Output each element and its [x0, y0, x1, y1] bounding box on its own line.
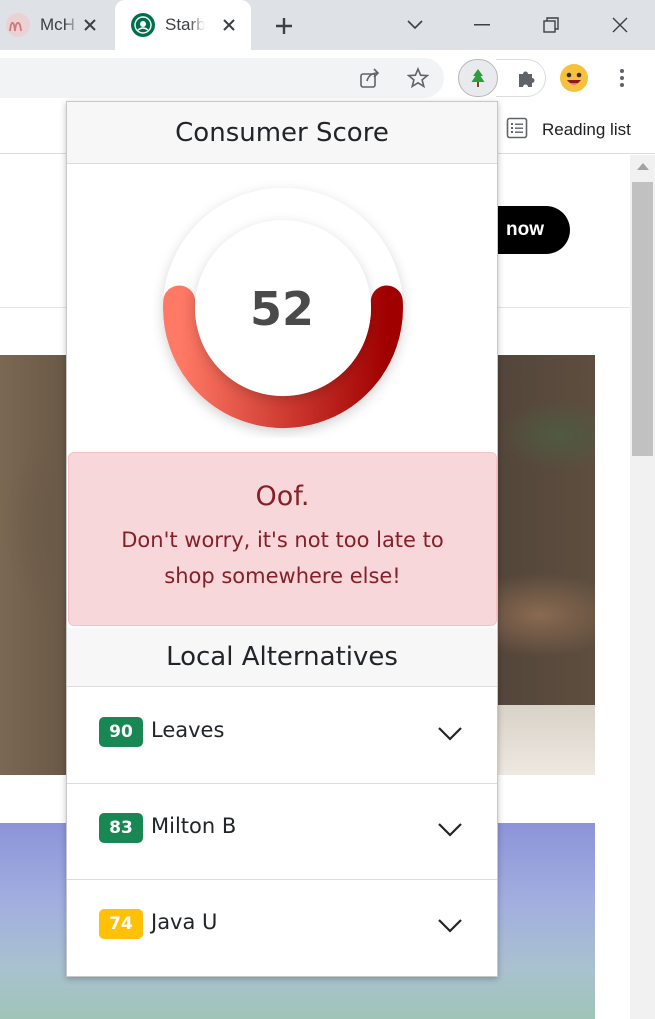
mcdonalds-icon	[6, 13, 30, 37]
new-tab-button[interactable]	[270, 12, 298, 40]
score-badge: 90	[99, 716, 143, 747]
score-alert: Oof. Don't worry, it's not too late to s…	[68, 452, 497, 626]
alternative-item-leaves[interactable]: 90 Leaves	[67, 688, 497, 784]
reading-list-label: Reading list	[542, 120, 631, 139]
scroll-up-icon[interactable]	[637, 163, 649, 170]
close-window-icon[interactable]	[605, 10, 635, 40]
alternative-item-java-u[interactable]: 74 Java U	[67, 880, 497, 976]
consumer-score-popup: Consumer Score 52 Oof. Don't worry, it's…	[66, 101, 498, 977]
popup-header: Consumer Score	[67, 102, 497, 164]
scroll-thumb[interactable]	[632, 182, 653, 456]
share-icon[interactable]	[354, 62, 386, 94]
tab-mcdonalds[interactable]: McH	[0, 0, 112, 50]
alternative-item-milton-b[interactable]: 83 Milton B	[67, 784, 497, 880]
score-badge: 83	[99, 812, 143, 843]
alternatives-list: 90 Leaves 83 Milton B 74 Java U	[67, 688, 497, 976]
chevron-down-icon[interactable]	[437, 822, 463, 842]
bookmark-star-icon[interactable]	[402, 62, 434, 94]
close-icon[interactable]	[219, 15, 239, 35]
starbucks-icon	[131, 13, 155, 37]
chrome-menu-icon[interactable]	[606, 62, 638, 94]
chevron-down-icon[interactable]	[437, 918, 463, 938]
close-icon[interactable]	[80, 15, 100, 35]
popup-title: Consumer Score	[175, 117, 389, 148]
tab-strip: McH Starb	[0, 0, 655, 50]
minimize-icon[interactable]	[467, 10, 497, 40]
alert-heading: Oof.	[255, 481, 310, 512]
tree-extension-icon[interactable]	[458, 59, 498, 97]
puzzle-extensions-icon[interactable]	[510, 62, 542, 94]
browser-toolbar	[0, 50, 655, 106]
tab-title: McH	[40, 15, 75, 34]
alternative-name: Milton B	[151, 813, 237, 838]
tab-search-icon[interactable]	[400, 10, 430, 40]
score-badge: 74	[99, 909, 143, 939]
alternatives-title: Local Alternatives	[166, 642, 398, 672]
alternatives-header: Local Alternatives	[67, 628, 497, 687]
alert-message: Don't worry, it's not too late to shop s…	[121, 528, 444, 588]
tab-title: Starb	[165, 15, 205, 34]
score-value: 52	[249, 282, 314, 336]
tab-starbucks[interactable]: Starb	[115, 0, 251, 50]
scrollbar[interactable]	[630, 155, 655, 1019]
chevron-down-icon[interactable]	[437, 726, 463, 746]
profile-avatar-icon[interactable]	[558, 62, 590, 94]
alternative-name: Leaves	[151, 717, 225, 742]
reading-list-button[interactable]: Reading list	[506, 115, 631, 145]
score-gauge: 52	[67, 164, 497, 452]
alternative-name: Java U	[151, 910, 218, 934]
reading-list-icon	[506, 117, 528, 143]
restore-icon[interactable]	[536, 10, 566, 40]
